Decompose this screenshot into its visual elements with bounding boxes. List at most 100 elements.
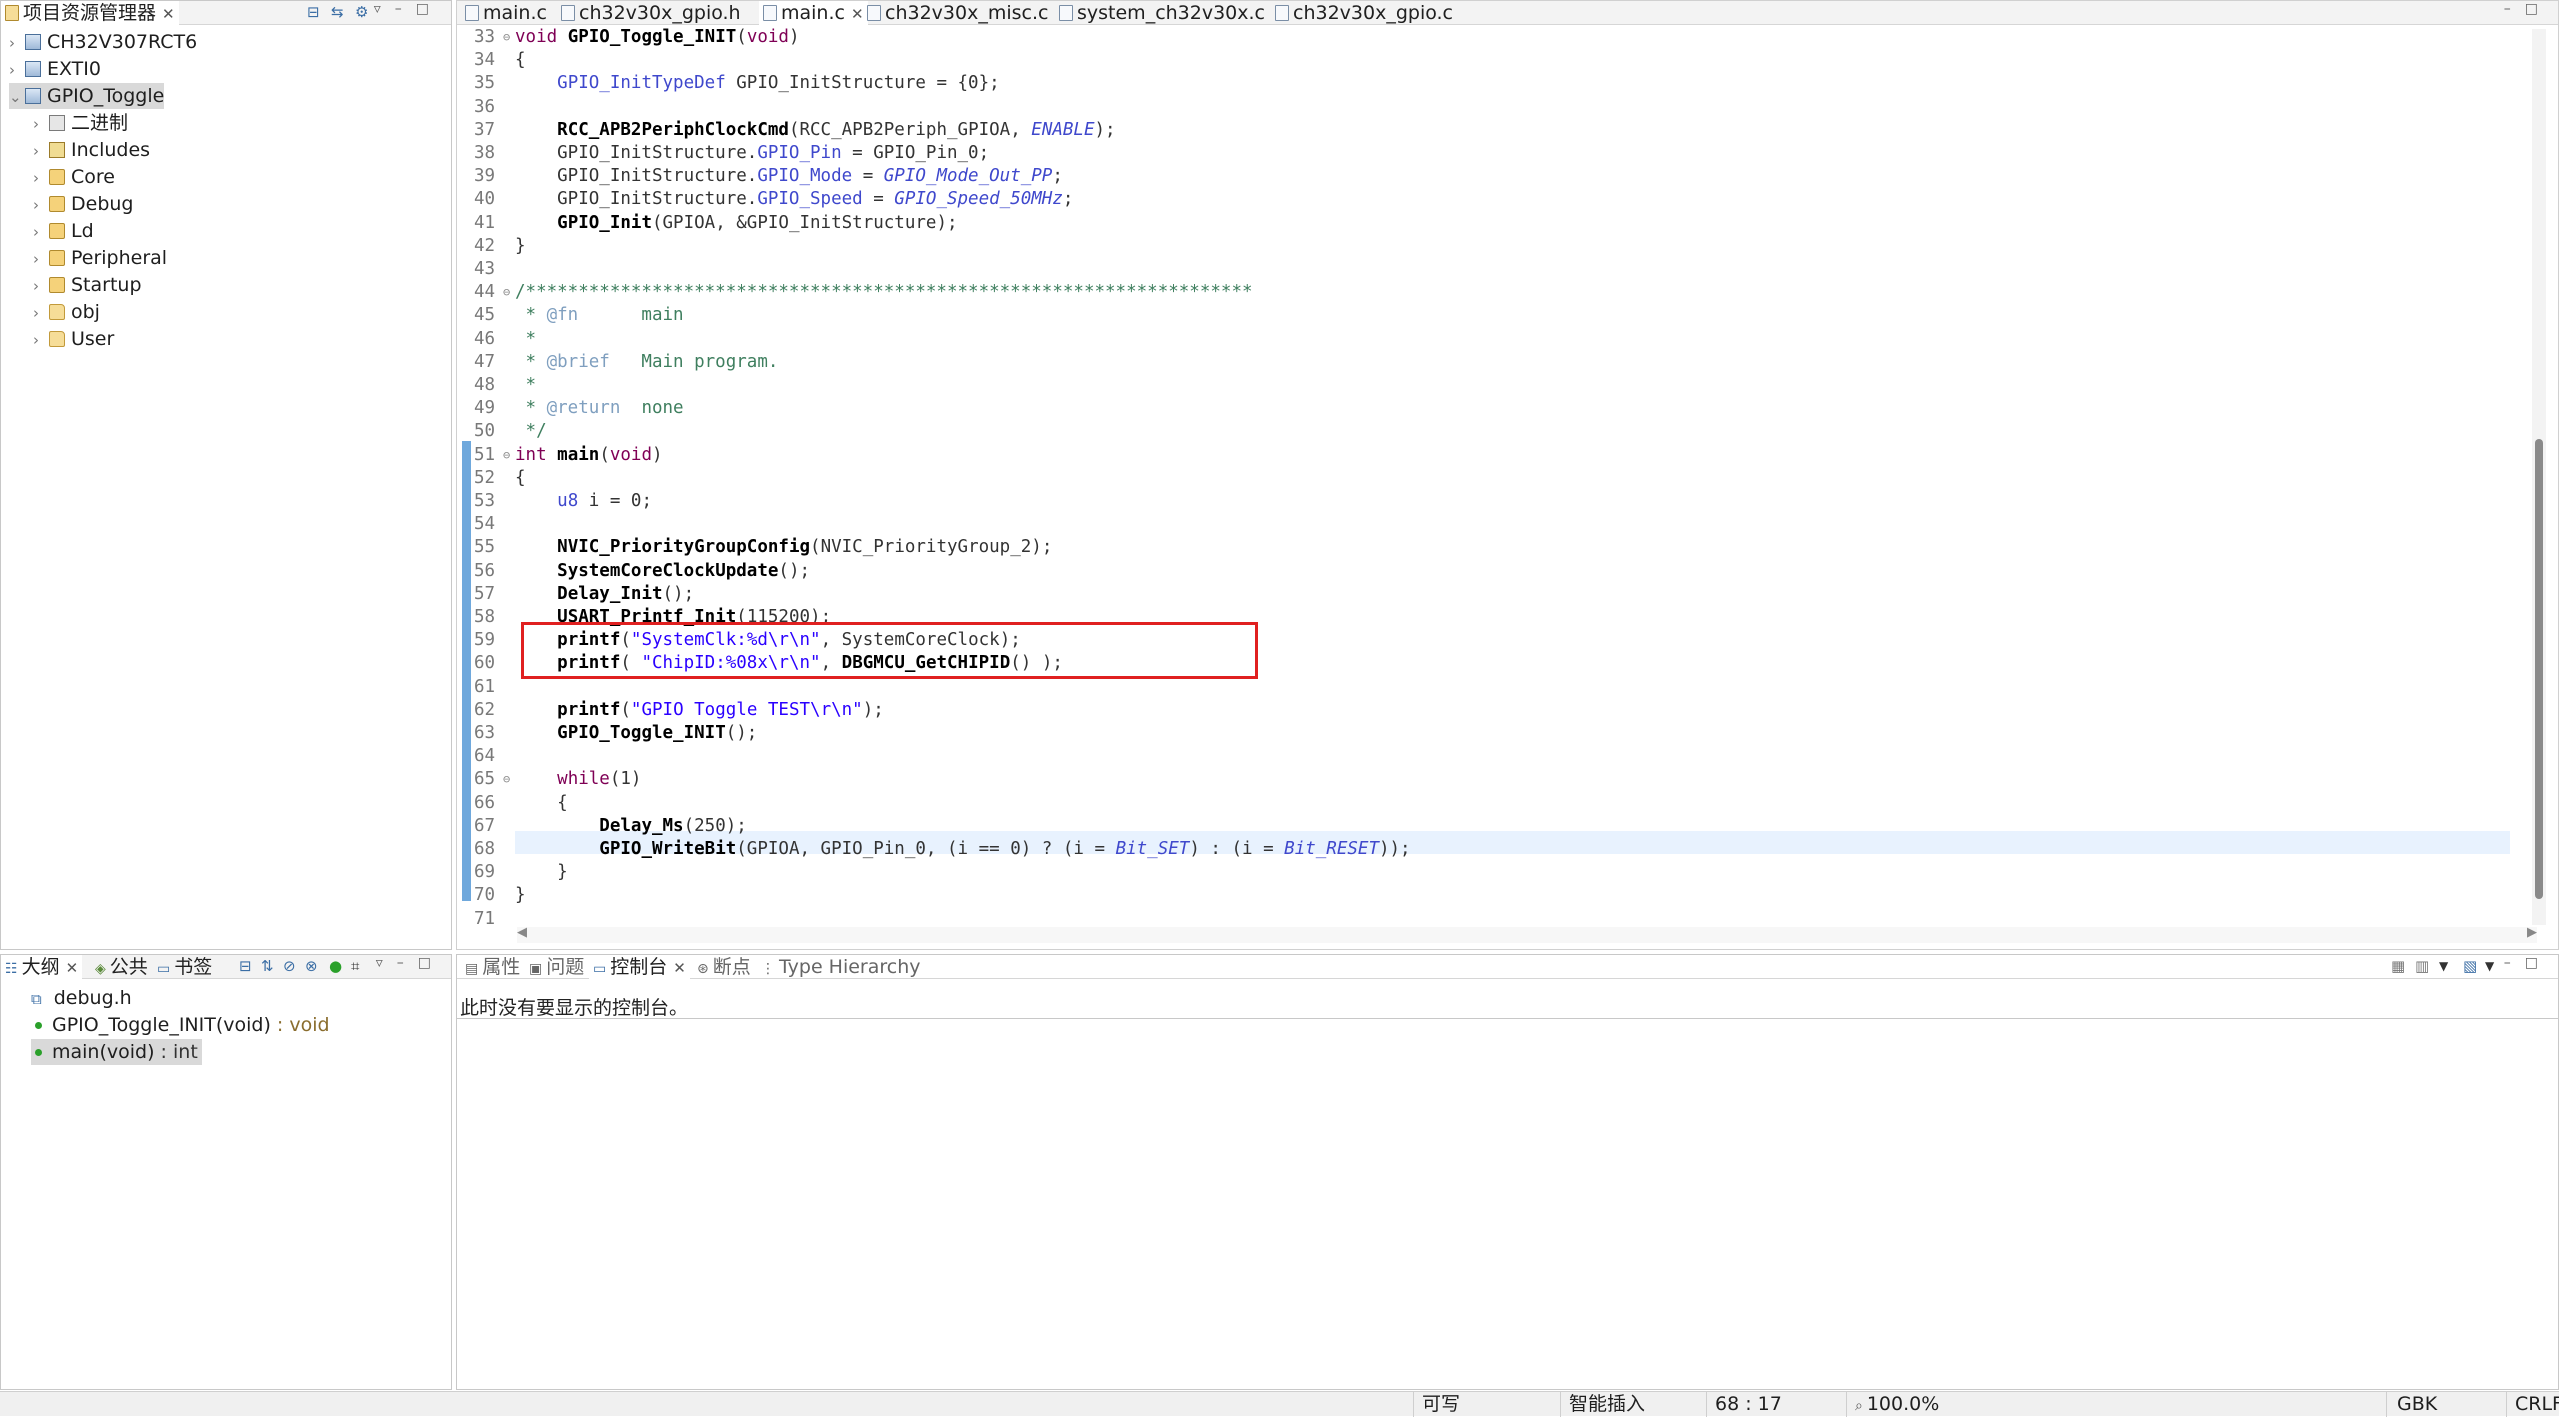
open-console-icon[interactable]: ▧ (2463, 957, 2477, 975)
chevron-right-icon[interactable]: › (33, 327, 49, 353)
outline-item-function-selected[interactable]: main(void) : int (31, 1039, 202, 1065)
editor-window-controls[interactable]: –□ (2504, 1, 2552, 17)
source-folder-icon (49, 250, 65, 266)
tab-label: 书签 (174, 956, 213, 978)
tab-console[interactable]: ▭ 控制台 ✕ (589, 955, 690, 979)
tree-item-label: 二进制 (71, 112, 129, 134)
editor-tab[interactable]: ch32v30x_gpio.c (1271, 1, 1457, 25)
editor-tab[interactable]: ch32v30x_gpio.h (557, 1, 745, 25)
tree-item-ch32v307rct6[interactable]: › CH32V307RCT6 (9, 29, 197, 55)
project-icon (25, 61, 41, 77)
console-icon: ▭ (593, 961, 607, 977)
tree-item-label: Startup (71, 274, 142, 296)
collapse-all-icon[interactable]: ⊟ (307, 3, 320, 21)
hide-fields-icon[interactable]: ⊘ (283, 957, 296, 975)
c-file-icon (763, 5, 777, 21)
tree-item-label: GPIO_Toggle (47, 85, 165, 107)
scroll-left-icon[interactable]: ◀ (517, 925, 527, 940)
tab-outline[interactable]: ☷ 大纲 ✕ (1, 955, 83, 979)
chevron-right-icon[interactable]: › (33, 111, 49, 137)
project-explorer-title: 项目资源管理器 (23, 2, 157, 24)
close-icon[interactable]: ✕ (162, 5, 175, 23)
folder-icon (49, 331, 65, 347)
close-icon[interactable]: ✕ (851, 5, 864, 23)
view-window-controls[interactable]: ▿–□ (374, 1, 443, 17)
editor-tab[interactable]: system_ch32v30x.c (1055, 1, 1269, 25)
outline-panel: ☷ 大纲 ✕ ◈ 公共 ▭ 书签 ⊟ ⇅ ⊘ ⊗ ● ⌗ ▿–□ ⧉ debug.h GP… (0, 954, 452, 1390)
tree-item-obj[interactable]: › obj (33, 299, 100, 325)
chevron-right-icon[interactable]: › (9, 57, 25, 83)
chevron-right-icon[interactable]: › (33, 300, 49, 326)
chevron-down-icon[interactable]: ⌄ (9, 84, 25, 110)
properties-icon: ▤ (465, 961, 479, 977)
outline-item-label: GPIO_Toggle_INIT(void) (52, 1014, 271, 1036)
view-window-controls[interactable]: –□ (2504, 955, 2552, 971)
tab-breakpoints[interactable]: ⊛ 断点 (693, 955, 755, 979)
editor-tab-label: ch32v30x_misc.c (885, 2, 1049, 24)
tree-item-binaries[interactable]: › 二进制 (33, 110, 128, 136)
problems-icon: ▣ (529, 961, 543, 977)
tree-item-core[interactable]: › Core (33, 164, 115, 190)
source-folder-icon (49, 277, 65, 293)
tab-label: 断点 (712, 956, 751, 978)
project-icon (25, 88, 41, 104)
tab-public[interactable]: ◈ 公共 (91, 955, 152, 979)
outline-item-include[interactable]: ⧉ debug.h (31, 985, 132, 1011)
hide-nonpublic-icon[interactable]: ● (329, 957, 342, 975)
collapse-all-icon[interactable]: ⊟ (239, 957, 252, 975)
tab-bookmarks[interactable]: ▭ 书签 (153, 955, 216, 979)
sort-icon[interactable]: ⇅ (261, 957, 274, 975)
status-encoding: GBK (2386, 1392, 2496, 1417)
editor-tab[interactable]: ch32v30x_misc.c (863, 1, 1052, 25)
group-icon[interactable]: ⌗ (351, 957, 359, 975)
tree-item-user[interactable]: › User (33, 326, 114, 352)
tree-item-gpio-toggle[interactable]: ⌄ GPIO_Toggle (9, 83, 165, 110)
status-zoom: ⌕ 100.0% (1846, 1392, 1986, 1417)
chevron-right-icon[interactable]: › (33, 138, 49, 164)
tree-item-peripheral[interactable]: › Peripheral (33, 245, 167, 271)
project-explorer-panel: 项目资源管理器 ✕ ⊟ ⇆ ⚙ ▿–□ › CH32V307RCT6 › EXTI0 … (0, 0, 452, 950)
chevron-right-icon[interactable]: › (33, 192, 49, 218)
outline-item-function[interactable]: GPIO_Toggle_INIT(void) : void (35, 1012, 330, 1038)
editor-scrollbar-horizontal[interactable]: ◀ ▶ (517, 925, 2537, 943)
tab-project-explorer[interactable]: 项目资源管理器 ✕ (1, 1, 179, 25)
chevron-right-icon[interactable]: › (33, 273, 49, 299)
chevron-right-icon[interactable]: › (9, 30, 25, 56)
tab-problems[interactable]: ▣ 问题 (525, 955, 588, 979)
console-divider (457, 1018, 2558, 1019)
tree-item-startup[interactable]: › Startup (33, 272, 142, 298)
tree-item-exti0[interactable]: › EXTI0 (9, 56, 101, 82)
editor-scrollbar-vertical[interactable] (2532, 29, 2546, 925)
tree-item-ld[interactable]: › Ld (33, 218, 94, 244)
scroll-right-icon[interactable]: ▶ (2527, 925, 2537, 940)
close-icon[interactable]: ✕ (66, 959, 79, 977)
editor-tab[interactable]: main.c (461, 1, 551, 25)
c-file-icon (1275, 5, 1289, 21)
dropdown-icon[interactable]: ▼ (2485, 959, 2494, 973)
tab-label: Type Hierarchy (779, 956, 921, 978)
view-window-controls[interactable]: ▿–□ (376, 955, 445, 971)
chevron-right-icon[interactable]: › (33, 165, 49, 191)
display-console-icon[interactable]: ▥ (2415, 957, 2429, 975)
close-icon[interactable]: ✕ (673, 959, 686, 977)
tree-item-label: obj (71, 301, 100, 323)
dropdown-icon[interactable]: ▼ (2439, 959, 2448, 973)
tree-item-label: Ld (71, 220, 94, 242)
editor-tab-active[interactable]: main.c ✕ (759, 1, 868, 25)
tree-item-debug[interactable]: › Debug (33, 191, 133, 217)
hide-static-icon[interactable]: ⊗ (305, 957, 318, 975)
outline-tabbar: ☷ 大纲 ✕ ◈ 公共 ▭ 书签 ⊟ ⇅ ⊘ ⊗ ● ⌗ ▿–□ (1, 955, 451, 979)
tab-type-hierarchy[interactable]: ⋮ Type Hierarchy (757, 955, 925, 979)
editor-tab-label: system_ch32v30x.c (1077, 2, 1266, 24)
tree-item-includes[interactable]: › Includes (33, 137, 150, 163)
scrollbar-thumb[interactable] (2535, 439, 2543, 899)
filter-icon[interactable]: ⚙ (355, 3, 368, 21)
zoom-icon: ⌕ (1855, 1398, 1863, 1414)
tab-label: 控制台 (610, 956, 668, 978)
tab-properties[interactable]: ▤ 属性 (461, 955, 524, 979)
folder-icon (5, 5, 19, 21)
chevron-right-icon[interactable]: › (33, 219, 49, 245)
chevron-right-icon[interactable]: › (33, 246, 49, 272)
link-editor-icon[interactable]: ⇆ (331, 3, 344, 21)
pin-console-icon[interactable]: ▦ (2391, 957, 2405, 975)
